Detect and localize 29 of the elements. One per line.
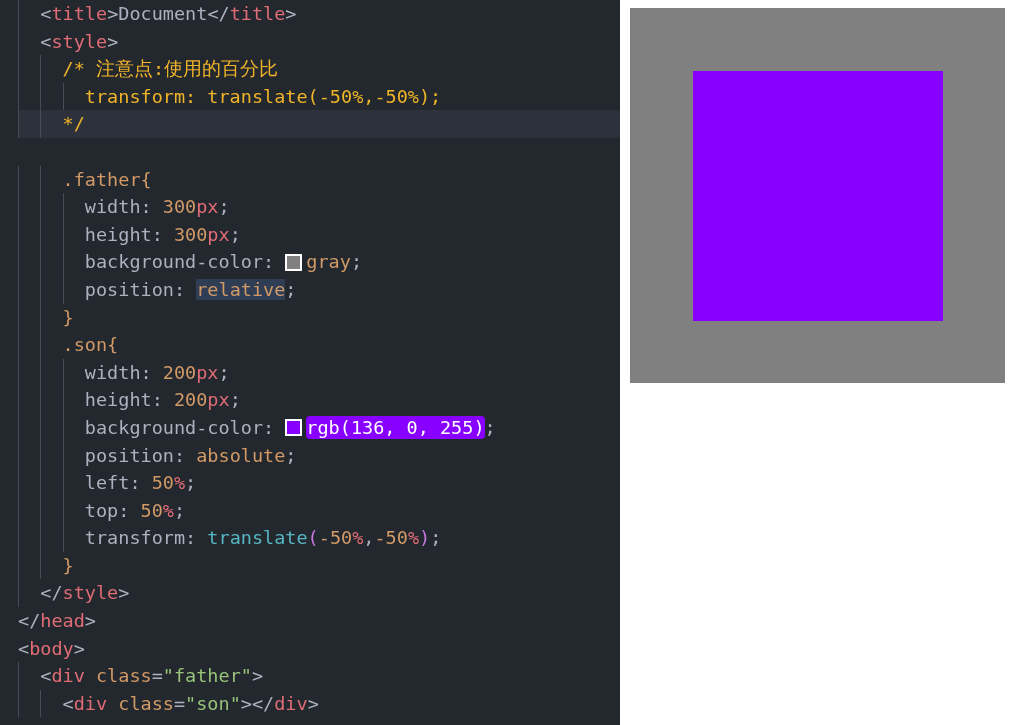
code-text: .father{ — [61, 167, 152, 192]
code-text: */ — [61, 112, 85, 137]
code-text: width: 200px; — [83, 360, 230, 385]
code-text: height: 200px; — [83, 388, 241, 413]
code-editor[interactable] — [0, 0, 620, 725]
code-text: /* 注意点:使用的百分比 — [61, 57, 279, 82]
code-text: height: 300px; — [83, 222, 241, 247]
code-text: <body> — [18, 636, 85, 661]
code-text: <title>Document</title> — [39, 2, 297, 26]
code-text: <style> — [39, 29, 119, 54]
color-swatch[interactable] — [285, 253, 303, 271]
code-text: </head> — [18, 609, 96, 634]
code-text: .son{ — [61, 333, 119, 358]
code-text: transform: translate(-50%,-50%); — [83, 84, 442, 109]
code-text: <div class="son"></div> — [61, 691, 319, 716]
code-text: background-color: — [83, 250, 276, 275]
code-text: </style> — [39, 581, 130, 606]
code-text: position: absolute; — [83, 443, 297, 468]
code-text: background-color: — [83, 415, 276, 440]
code-text: width: 300px; — [83, 195, 230, 220]
code-text: top: 50%; — [83, 498, 186, 523]
code-text: left: 50%; — [83, 471, 197, 496]
code-text: transform: translate(-50%,-50%); — [83, 526, 442, 551]
code-text: gray; — [306, 250, 363, 275]
code-text: } — [61, 553, 74, 578]
code-text: <div class="father"> — [39, 664, 264, 689]
code-text: } — [61, 305, 74, 330]
code-text: position: relative; — [83, 277, 297, 302]
color-swatch[interactable] — [285, 419, 303, 437]
